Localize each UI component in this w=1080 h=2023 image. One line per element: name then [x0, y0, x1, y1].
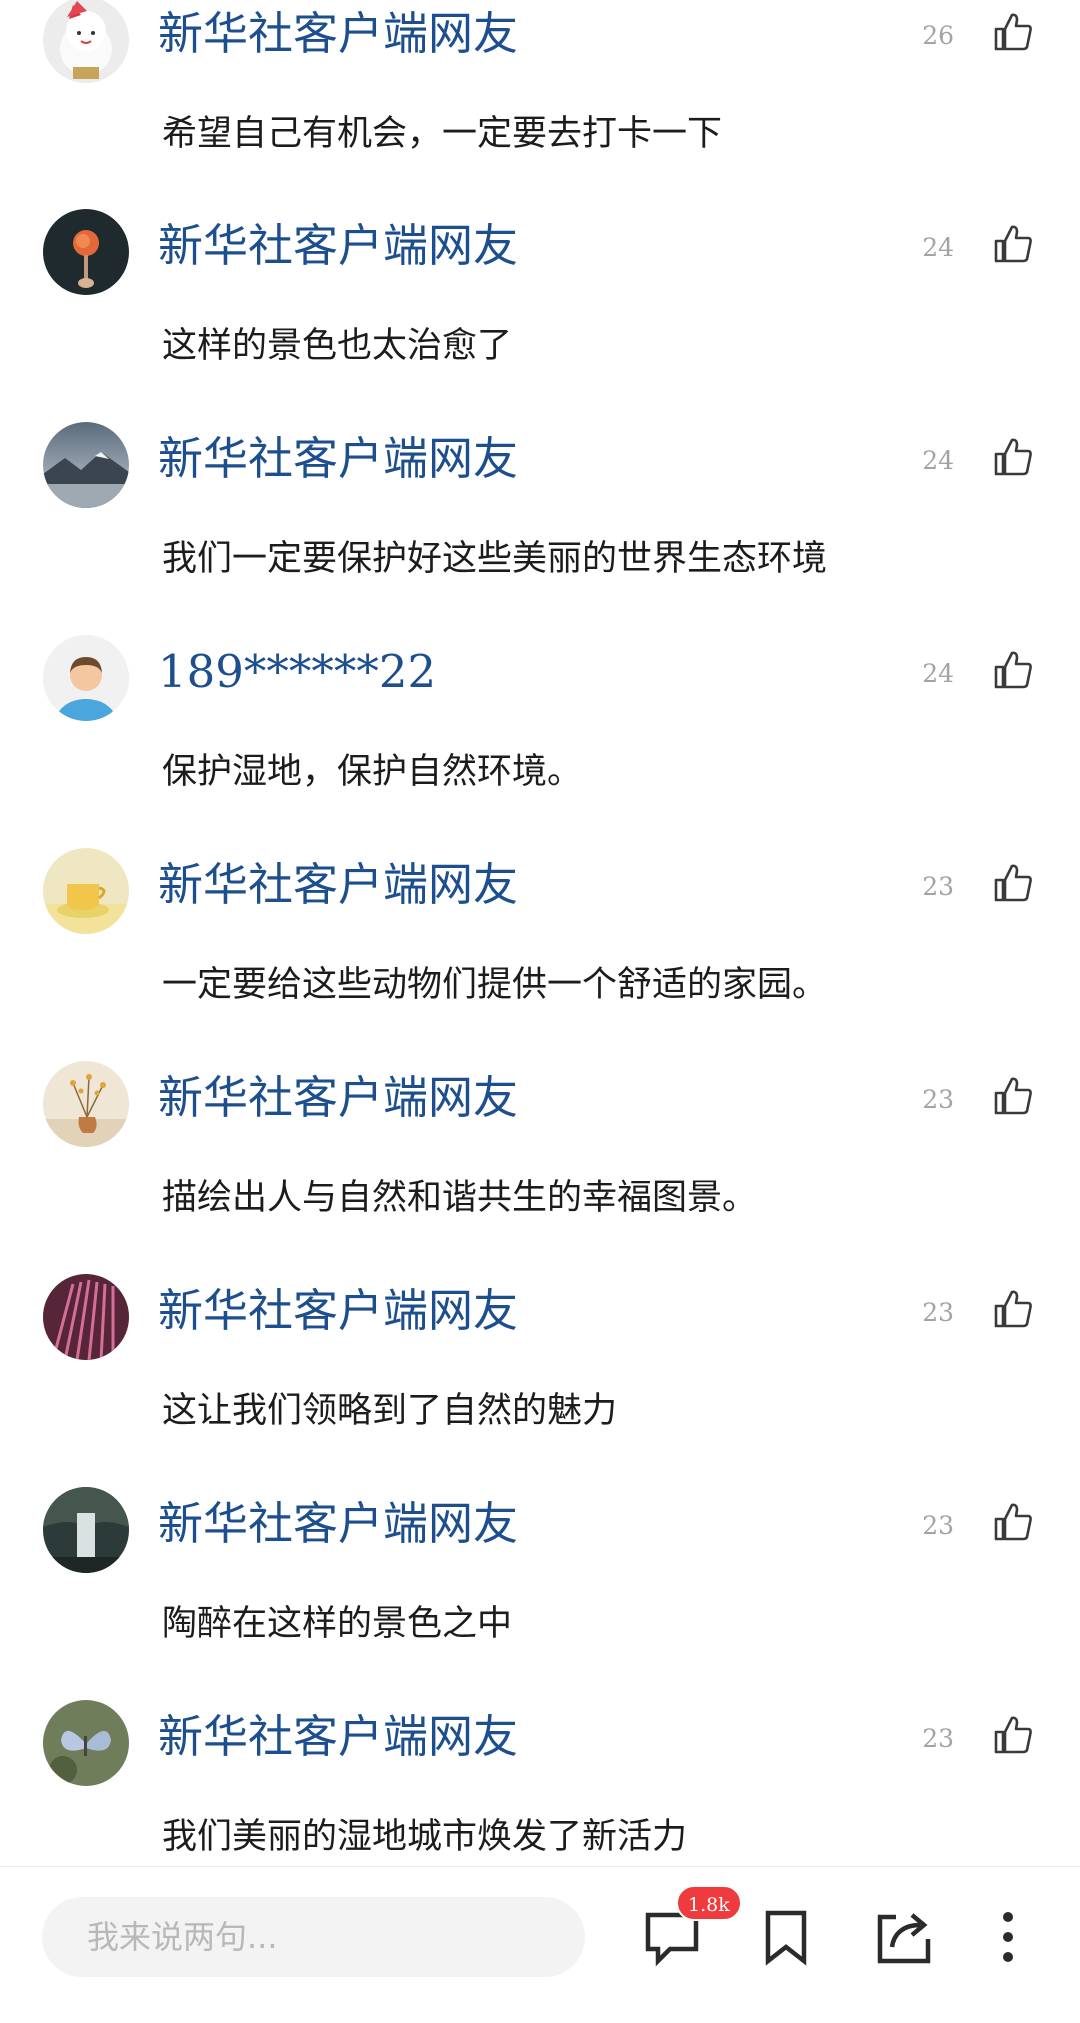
avatar[interactable] [43, 209, 129, 295]
default-person-avatar [43, 635, 129, 721]
comment-item: 新华社客户端网友 23 一定要给这些动物们提供一个舒适的家园。 [0, 848, 1080, 1062]
like-button[interactable] [992, 436, 1034, 478]
avatar[interactable] [43, 1700, 129, 1786]
like-count: 23 [922, 1511, 954, 1540]
comment-text: 这让我们领略到了自然的魅力 [162, 1391, 618, 1431]
username[interactable]: 新华社客户端网友 [158, 1283, 518, 1339]
thumbs-up-icon [994, 651, 1032, 689]
avatar[interactable] [43, 1487, 129, 1573]
username[interactable]: 新华社客户端网友 [158, 1496, 518, 1552]
comment-item: 新华社客户端网友 23 陶醉在这样的景色之中 [0, 1487, 1080, 1701]
comment-text: 一定要给这些动物们提供一个舒适的家园。 [162, 965, 828, 1005]
snowy-mountain-avatar [43, 422, 129, 508]
like-count: 23 [922, 1724, 954, 1753]
username[interactable]: 新华社客户端网友 [158, 431, 518, 487]
like-count: 23 [922, 1298, 954, 1327]
comment-text: 保护湿地，保护自然环境。 [162, 752, 583, 792]
avatar[interactable] [43, 1061, 129, 1147]
username[interactable]: 新华社客户端网友 [158, 6, 518, 62]
more-icon [1003, 1912, 1013, 1962]
comment-text: 描绘出人与自然和谐共生的幸福图景。 [162, 1178, 758, 1218]
like-button[interactable] [992, 1288, 1034, 1330]
comment-item: 189******22 24 保护湿地，保护自然环境。 [0, 635, 1080, 849]
like-count: 24 [922, 659, 954, 688]
bottom-action-bar: 1.8k [0, 1866, 1080, 2023]
thumbs-up-icon [994, 225, 1032, 263]
like-count: 24 [922, 233, 954, 262]
share-button[interactable] [872, 1905, 936, 1969]
avatar[interactable] [43, 422, 129, 508]
comment-text: 希望自己有机会，一定要去打卡一下 [162, 114, 723, 154]
flower-vase-avatar [43, 1061, 129, 1147]
comment-list[interactable]: 新华社客户端网友 26 希望自己有机会，一定要去打卡一下 新华社客户端网友 24 这样的景… [0, 0, 1080, 1866]
like-button[interactable] [992, 862, 1034, 904]
like-count: 26 [922, 21, 954, 50]
like-count: 23 [922, 872, 954, 901]
thumbs-up-icon [994, 1716, 1032, 1754]
username[interactable]: 189******22 [158, 644, 436, 700]
thumbs-up-icon [994, 1503, 1032, 1541]
like-button[interactable] [992, 1714, 1034, 1756]
thumbs-up-icon [994, 13, 1032, 51]
username[interactable]: 新华社客户端网友 [158, 1070, 518, 1126]
comment-item: 新华社客户端网友 23 这让我们领略到了自然的魅力 [0, 1274, 1080, 1488]
avatar[interactable] [43, 1274, 129, 1360]
bookmark-icon [765, 1910, 807, 1966]
comment-input[interactable] [42, 1897, 585, 1977]
like-count: 24 [922, 446, 954, 475]
like-button[interactable] [992, 223, 1034, 265]
like-count: 23 [922, 1085, 954, 1114]
pink-lights-avatar [43, 1274, 129, 1360]
comment-item: 新华社客户端网友 23 描绘出人与自然和谐共生的幸福图景。 [0, 1061, 1080, 1275]
username[interactable]: 新华社客户端网友 [158, 1709, 518, 1765]
like-button[interactable] [992, 1075, 1034, 1117]
lucky-cat-avatar [43, 0, 129, 83]
comment-text: 陶醉在这样的景色之中 [162, 1604, 513, 1644]
thumbs-up-icon [994, 438, 1032, 476]
avatar[interactable] [43, 635, 129, 721]
username[interactable]: 新华社客户端网友 [158, 218, 518, 274]
thumbs-up-icon [994, 1077, 1032, 1115]
thumbs-up-icon [994, 864, 1032, 902]
share-icon [877, 1913, 931, 1964]
rose-avatar [43, 209, 129, 295]
username[interactable]: 新华社客户端网友 [158, 857, 518, 913]
comment-text: 我们美丽的湿地城市焕发了新活力 [162, 1817, 688, 1857]
bookmark-button[interactable] [754, 1905, 818, 1969]
thumbs-up-icon [994, 1290, 1032, 1328]
avatar[interactable] [43, 0, 129, 83]
more-button[interactable] [976, 1905, 1040, 1969]
comment-item: 新华社客户端网友 24 我们一定要保护好这些美丽的世界生态环境 [0, 422, 1080, 636]
like-button[interactable] [992, 11, 1034, 53]
waterfall-avatar [43, 1487, 129, 1573]
comment-count-badge: 1.8k [676, 1885, 742, 1921]
teacup-avatar [43, 848, 129, 934]
comment-item: 新华社客户端网友 26 希望自己有机会，一定要去打卡一下 [0, 0, 1080, 211]
comment-item: 新华社客户端网友 23 我们美丽的湿地城市焕发了新活力 [0, 1700, 1080, 1866]
like-button[interactable] [992, 649, 1034, 691]
comment-text: 我们一定要保护好这些美丽的世界生态环境 [162, 539, 828, 579]
like-button[interactable] [992, 1501, 1034, 1543]
butterfly-avatar [43, 1700, 129, 1786]
comment-item: 新华社客户端网友 24 这样的景色也太治愈了 [0, 209, 1080, 423]
avatar[interactable] [43, 848, 129, 934]
comment-text: 这样的景色也太治愈了 [162, 326, 513, 366]
